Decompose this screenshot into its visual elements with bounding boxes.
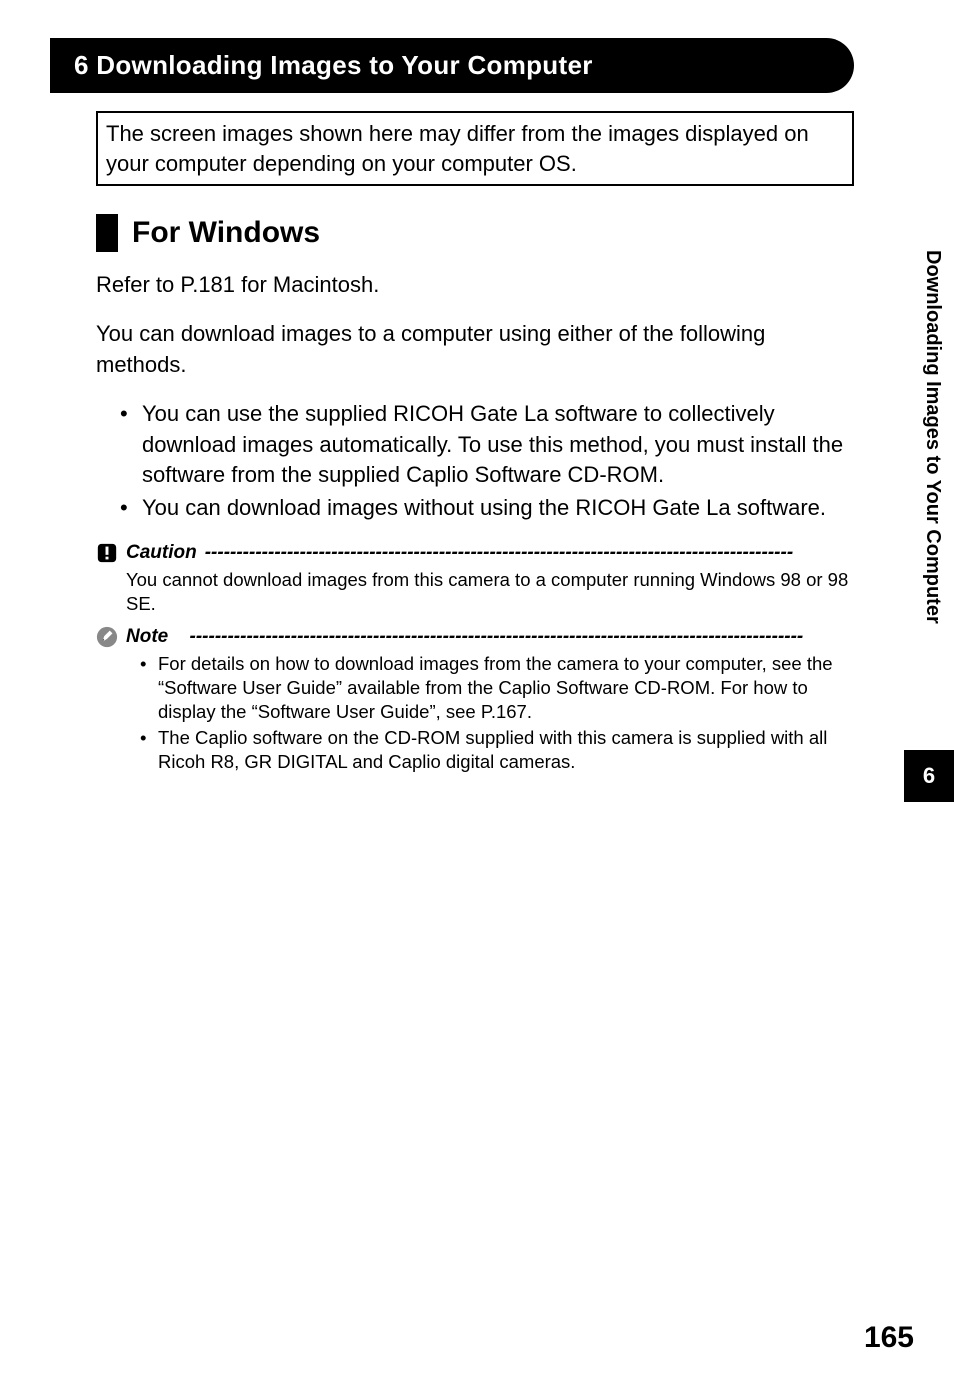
caution-body: You cannot download images from this cam…	[96, 568, 854, 616]
note-dashes: ----------------------------------------…	[190, 626, 854, 648]
caution-icon	[96, 542, 118, 564]
page-content: The screen images shown here may differ …	[0, 111, 954, 774]
section-title: For Windows	[132, 216, 320, 250]
caution-label: Caution	[126, 542, 197, 564]
info-box-text: The screen images shown here may differ …	[106, 121, 809, 176]
note-label: Note	[126, 626, 168, 648]
note-list: For details on how to download images fr…	[96, 652, 854, 774]
side-tab: Downloading Images to Your Computer 6	[898, 250, 954, 820]
paragraph-refer-macintosh: Refer to P.181 for Macintosh.	[96, 270, 854, 301]
paragraph-methods-intro: You can download images to a computer us…	[96, 319, 854, 381]
section-title-wrap: For Windows	[96, 214, 854, 252]
list-item: You can use the supplied RICOH Gate La s…	[116, 399, 854, 491]
list-item: For details on how to download images fr…	[140, 652, 854, 724]
info-box: The screen images shown here may differ …	[96, 111, 854, 186]
section-marker	[96, 214, 118, 252]
note-pencil-icon	[96, 626, 118, 648]
list-item: You can download images without using th…	[116, 493, 854, 524]
list-item: The Caplio software on the CD-ROM suppli…	[140, 726, 854, 774]
chapter-header-text: 6 Downloading Images to Your Computer	[74, 50, 593, 80]
note-header: Note -----------------------------------…	[96, 626, 854, 648]
methods-list: You can use the supplied RICOH Gate La s…	[96, 399, 854, 524]
caution-dashes: ----------------------------------------…	[205, 542, 854, 564]
chapter-header: 6 Downloading Images to Your Computer	[50, 38, 854, 93]
caution-header: Caution ---------------------------------…	[96, 542, 854, 564]
note-spacer	[176, 626, 181, 648]
side-tab-text: Downloading Images to Your Computer	[921, 250, 944, 624]
page-number: 165	[864, 1321, 914, 1355]
side-tab-number: 6	[904, 750, 954, 802]
